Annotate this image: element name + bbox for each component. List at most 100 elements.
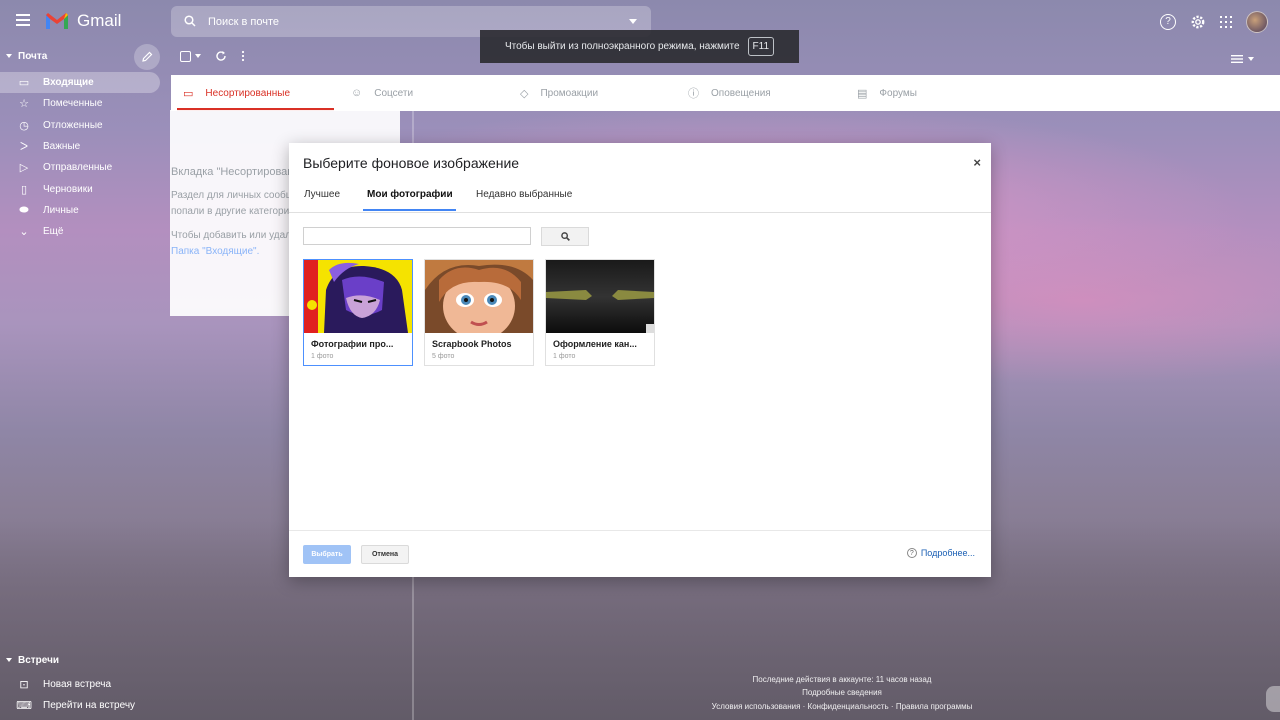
album-name: Оформление кан... bbox=[553, 339, 637, 349]
forum-icon: ▤ bbox=[857, 87, 868, 100]
send-icon: ▷ bbox=[19, 162, 29, 175]
select-button[interactable]: Выбрать bbox=[303, 545, 351, 564]
collapse-icon bbox=[6, 658, 12, 662]
album-card[interactable]: Оформление кан... 1 фото bbox=[545, 259, 655, 366]
tab-recent[interactable]: Недавно выбранные bbox=[476, 189, 572, 200]
tag-icon: ◇ bbox=[520, 87, 529, 100]
footer-links[interactable]: Условия использования · Конфиденциальнос… bbox=[700, 702, 984, 711]
album-name: Фотографии про... bbox=[311, 339, 394, 349]
mail-toolbar bbox=[180, 50, 245, 62]
video-icon: ⊡ bbox=[19, 679, 29, 692]
help-icon[interactable]: ? bbox=[1160, 14, 1176, 30]
density-toggle[interactable] bbox=[1231, 54, 1254, 64]
tab-label: Форумы bbox=[879, 87, 917, 99]
side-panel-toggle[interactable] bbox=[1266, 686, 1280, 712]
dialog-footer: Выбрать Отмена ? Подробнее... bbox=[289, 530, 991, 577]
avatar[interactable] bbox=[1246, 11, 1268, 33]
search-options-icon[interactable] bbox=[629, 19, 637, 24]
sidebar-item-label: Черновики bbox=[43, 183, 93, 195]
label-icon: ⬬ bbox=[19, 203, 29, 216]
tab-best[interactable]: Лучшее bbox=[304, 189, 340, 200]
tab-label: Несортированные bbox=[205, 87, 291, 99]
meet-section-header[interactable]: Встречи bbox=[0, 648, 165, 672]
info-icon: ⓘ bbox=[688, 88, 699, 100]
important-icon: ᐳ bbox=[19, 141, 29, 154]
gmail-m-icon bbox=[46, 13, 68, 29]
sidebar-item-drafts[interactable]: ▯ Черновики bbox=[0, 178, 165, 199]
album-thumbnail bbox=[304, 260, 412, 333]
sidebar-item-personal[interactable]: ⬬ Личные bbox=[0, 200, 165, 221]
album-card[interactable]: Scrapbook Photos 5 фото bbox=[424, 259, 534, 366]
sidebar-item-starred[interactable]: ☆ Помеченные bbox=[0, 93, 165, 114]
tab-social[interactable]: ☺ Соцсети bbox=[351, 75, 413, 111]
collapse-icon bbox=[6, 54, 12, 58]
tab-promotions[interactable]: ◇ Промоакции bbox=[520, 75, 598, 111]
help-icon: ? bbox=[906, 548, 917, 558]
sidebar-item-join-meeting[interactable]: ⌨ Перейти на встречу bbox=[0, 695, 165, 716]
sidebar-item-label: Важные bbox=[43, 141, 81, 153]
sidebar-item-label: Отложенные bbox=[43, 119, 103, 131]
hamburger-menu-icon[interactable] bbox=[16, 14, 30, 26]
star-icon: ☆ bbox=[19, 98, 29, 111]
fullscreen-toast: Чтобы выйти из полноэкранного режима, на… bbox=[480, 30, 799, 63]
sidebar-item-label: Новая встреча bbox=[43, 679, 112, 691]
photo-search-input[interactable] bbox=[303, 227, 531, 245]
compose-button[interactable] bbox=[134, 44, 160, 70]
meet-section-title: Встречи bbox=[18, 654, 60, 666]
apps-grid-icon[interactable] bbox=[1220, 16, 1232, 28]
tab-forums[interactable]: ▤ Форумы bbox=[857, 75, 917, 111]
inbox-icon: ▭ bbox=[183, 87, 194, 100]
cancel-button[interactable]: Отмена bbox=[361, 545, 409, 564]
toast-text: Чтобы выйти из полноэкранного режима, на… bbox=[504, 41, 740, 52]
search-icon bbox=[560, 232, 570, 241]
album-card[interactable]: Фотографии про... 1 фото bbox=[303, 259, 413, 366]
album-count: 1 фото bbox=[553, 353, 576, 360]
tab-updates[interactable]: ⓘ Оповещения bbox=[688, 75, 771, 111]
sidebar-item-label: Перейти на встречу bbox=[43, 700, 136, 712]
sidebar-item-label: Помеченные bbox=[43, 98, 103, 110]
inbox-icon: ▭ bbox=[18, 77, 30, 90]
more-options-icon[interactable] bbox=[241, 50, 245, 62]
sidebar-item-more[interactable]: ⌄ Ещё bbox=[0, 221, 165, 242]
select-dropdown-icon[interactable] bbox=[195, 54, 201, 58]
toast-key: F11 bbox=[747, 37, 775, 56]
gmail-logo[interactable]: Gmail bbox=[45, 11, 121, 31]
keyboard-icon: ⌨ bbox=[16, 700, 32, 713]
sidebar-item-inbox[interactable]: ▭ Входящие bbox=[0, 72, 160, 94]
tab-my-photos[interactable]: Мои фотографии bbox=[363, 189, 456, 211]
album-count: 1 фото bbox=[311, 353, 334, 360]
sidebar-item-important[interactable]: ᐳ Важные bbox=[0, 136, 165, 157]
photo-search-button[interactable] bbox=[541, 227, 589, 246]
search-placeholder: Поиск в почте bbox=[208, 16, 280, 28]
density-dropdown-icon bbox=[1248, 57, 1254, 61]
sidebar-item-snoozed[interactable]: ◷ Отложенные bbox=[0, 115, 165, 136]
background-picker-dialog: Выберите фоновое изображение × Лучшее Мо… bbox=[289, 143, 991, 577]
tab-label: Соцсети bbox=[374, 87, 414, 99]
app-name: Gmail bbox=[77, 11, 122, 30]
tab-primary[interactable]: ▭ Несортированные bbox=[176, 75, 335, 111]
sidebar: Почта ▭ Входящие ☆ Помеченные ◷ Отложенн… bbox=[0, 44, 165, 242]
chevron-down-icon: ⌄ bbox=[19, 226, 29, 239]
sidebar-item-label: Ещё bbox=[43, 226, 64, 238]
activity-details-link[interactable]: Подробные сведения bbox=[700, 688, 984, 697]
select-all-checkbox[interactable] bbox=[180, 50, 191, 62]
account-activity: Последние действия в аккаунте: 11 часов … bbox=[752, 675, 932, 684]
learn-more-label: Подробнее... bbox=[920, 548, 975, 558]
album-count: 5 фото bbox=[432, 353, 455, 360]
mail-section-title: Почта bbox=[18, 50, 48, 62]
clock-icon: ◷ bbox=[19, 119, 29, 132]
sidebar-item-sent[interactable]: ▷ Отправленные bbox=[0, 157, 165, 178]
draft-icon: ▯ bbox=[20, 183, 28, 196]
tab-label: Оповещения bbox=[711, 87, 771, 99]
album-name: Scrapbook Photos bbox=[432, 339, 512, 349]
learn-more-link[interactable]: ? Подробнее... bbox=[906, 548, 975, 558]
gear-icon[interactable] bbox=[1190, 14, 1206, 30]
close-icon[interactable]: × bbox=[973, 155, 981, 170]
sidebar-item-label: Отправленные bbox=[43, 162, 113, 174]
refresh-icon[interactable] bbox=[215, 50, 227, 62]
sidebar-item-new-meeting[interactable]: ⊡ Новая встреча bbox=[0, 674, 165, 695]
album-thumbnail bbox=[546, 260, 654, 333]
pencil-icon bbox=[142, 51, 153, 62]
dialog-title: Выберите фоновое изображение bbox=[303, 155, 520, 171]
sidebar-item-label: Личные bbox=[43, 204, 79, 216]
